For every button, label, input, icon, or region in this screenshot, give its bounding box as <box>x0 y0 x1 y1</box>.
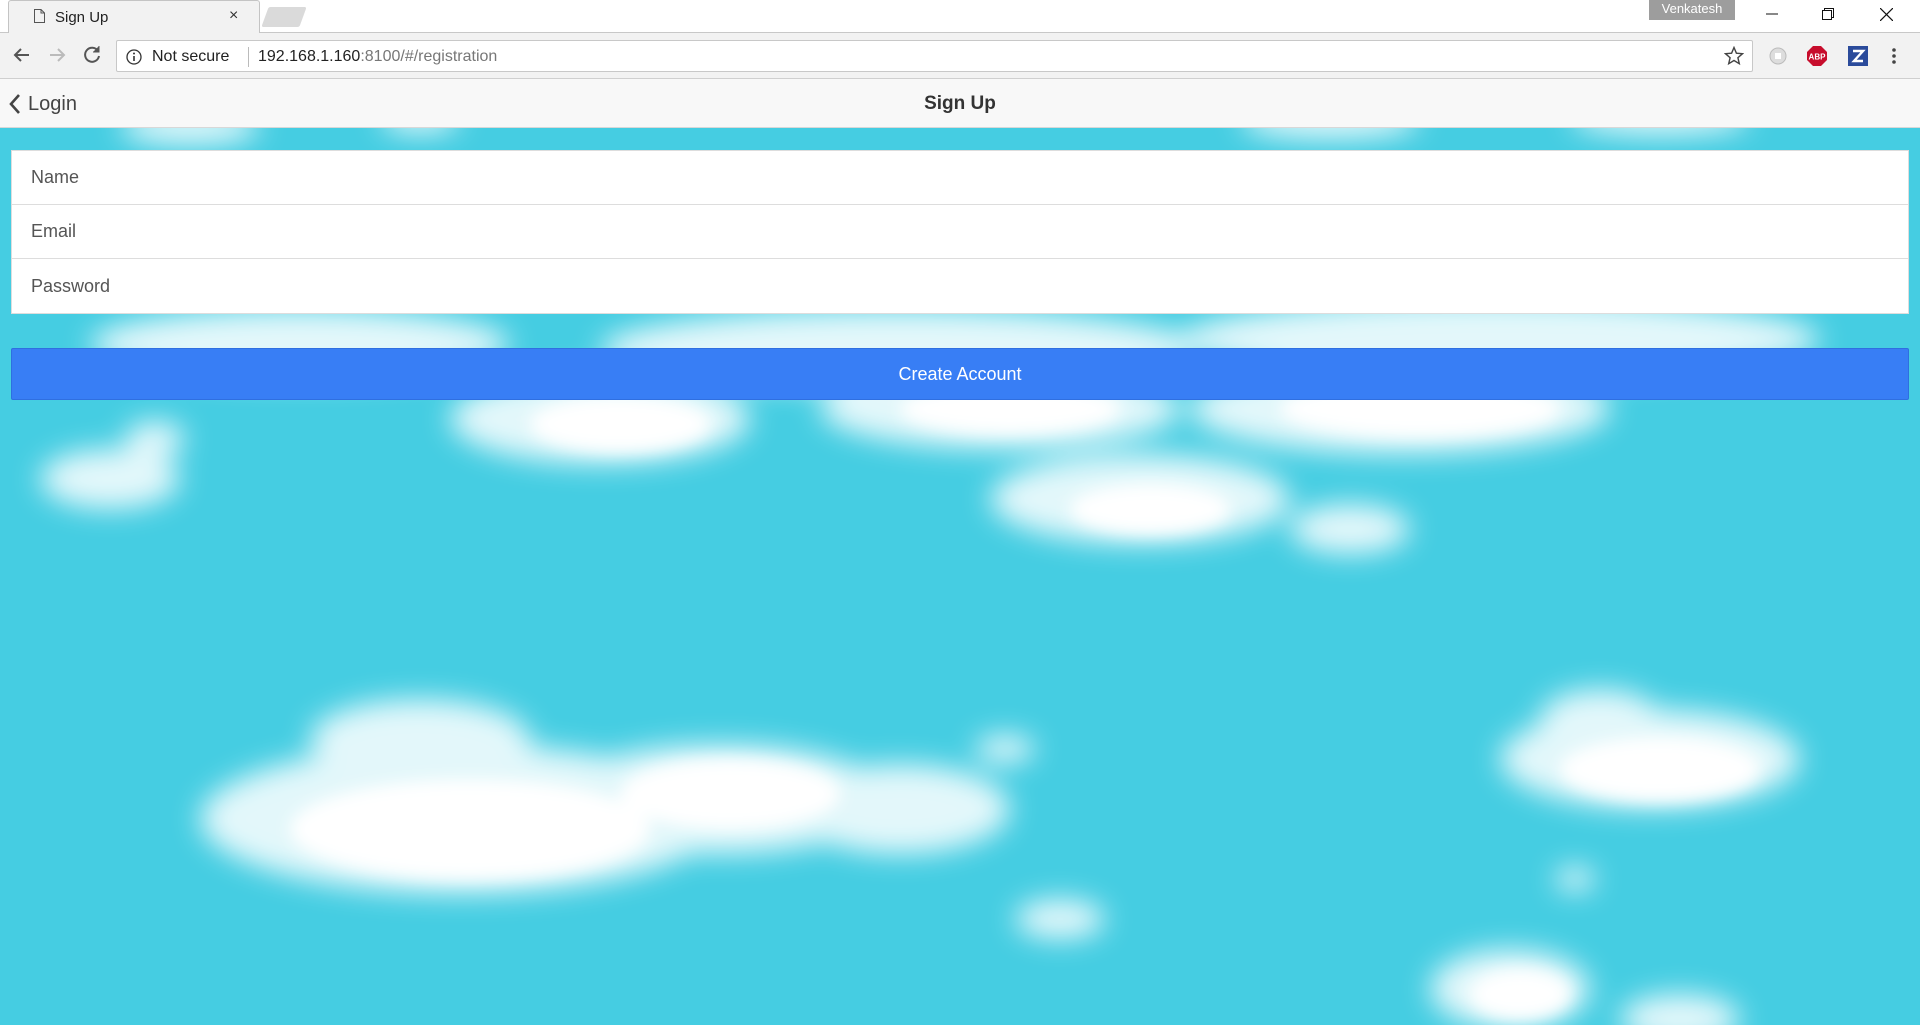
arrow-right-icon <box>50 48 66 62</box>
profile-badge[interactable]: Venkatesh <box>1649 0 1735 20</box>
zotero-icon[interactable] <box>1847 45 1869 67</box>
browser-menu-button[interactable] <box>1888 45 1900 67</box>
url-host: 192.168.1.160 <box>258 48 361 65</box>
tab-strip: Sign Up × Venkatesh <box>0 0 1920 33</box>
omnibox-divider <box>248 47 249 67</box>
name-item <box>12 151 1908 205</box>
svg-text:ABP: ABP <box>1809 53 1827 62</box>
restore-button[interactable] <box>1800 0 1856 28</box>
browser-tab[interactable]: Sign Up × <box>8 0 260 33</box>
close-tab-icon[interactable]: × <box>229 7 238 25</box>
address-bar[interactable]: Not secure 192.168.1.160:8100/#/registra… <box>116 40 1753 72</box>
security-label[interactable]: Not secure <box>152 48 229 66</box>
name-input[interactable] <box>12 151 1908 204</box>
grey-circle-extension-icon[interactable] <box>1767 45 1789 67</box>
email-input[interactable] <box>12 205 1908 258</box>
close-window-button[interactable] <box>1858 0 1914 28</box>
app-header: Login Sign Up <box>0 79 1920 128</box>
new-tab-button[interactable] <box>261 7 307 27</box>
bookmark-star-icon[interactable] <box>1724 46 1744 66</box>
app-viewport: Login Sign Up Create Account <box>0 79 1920 1025</box>
document-icon <box>34 9 45 23</box>
create-account-button[interactable]: Create Account <box>11 348 1909 400</box>
restore-icon <box>1822 8 1834 20</box>
adblock-plus-icon[interactable]: ABP <box>1806 45 1828 67</box>
tab-title: Sign Up <box>55 9 109 26</box>
forward-nav-button[interactable] <box>45 43 69 67</box>
page-title: Sign Up <box>924 93 996 114</box>
back-nav-button[interactable] <box>10 43 34 67</box>
arrow-left-icon <box>13 48 29 62</box>
reload-button[interactable] <box>80 43 104 67</box>
kebab-menu-icon <box>1892 48 1896 64</box>
url-text[interactable]: 192.168.1.160:8100/#/registration <box>258 48 497 66</box>
password-item <box>12 259 1908 313</box>
minimize-icon <box>1766 13 1778 15</box>
browser-toolbar: Not secure 192.168.1.160:8100/#/registra… <box>0 33 1920 79</box>
signup-form <box>11 150 1909 314</box>
url-path: :8100/#/registration <box>360 48 498 65</box>
info-icon[interactable] <box>126 49 142 65</box>
minimize-button[interactable] <box>1744 0 1800 28</box>
reload-icon <box>84 46 100 63</box>
close-icon <box>1880 8 1893 21</box>
email-item <box>12 205 1908 259</box>
password-input[interactable] <box>12 259 1908 313</box>
